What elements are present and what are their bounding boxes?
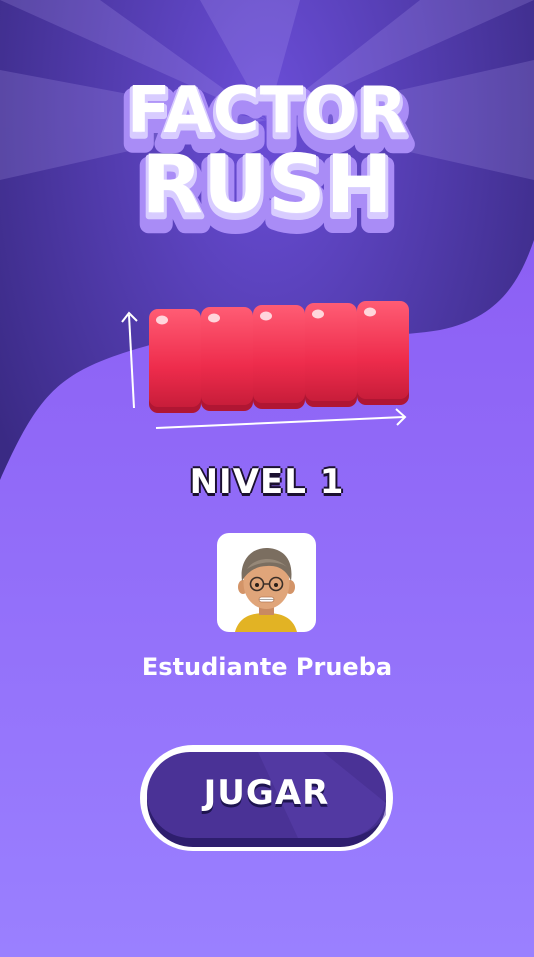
play-button[interactable]: JUGAR	[138, 743, 395, 853]
red-block	[201, 307, 253, 411]
red-block	[149, 309, 201, 413]
title-line2: RUSH	[141, 138, 392, 231]
red-block	[357, 301, 409, 405]
red-block	[305, 303, 357, 407]
red-block	[253, 305, 305, 409]
y-axis-arrow	[128, 314, 135, 409]
level-label: NIVEL 1	[189, 462, 345, 502]
user-name: Estudiante Prueba	[141, 653, 393, 681]
title-line1: FACTOR	[127, 74, 407, 148]
factor-blocks-illustration	[0, 295, 534, 435]
x-axis-arrow	[155, 416, 405, 429]
game-logo: FACTOR FACTOR FACTOR RUSH RUSH RUSH	[0, 72, 534, 252]
student-avatar-icon[interactable]	[217, 533, 316, 632]
play-button-label: JUGAR	[203, 773, 330, 813]
